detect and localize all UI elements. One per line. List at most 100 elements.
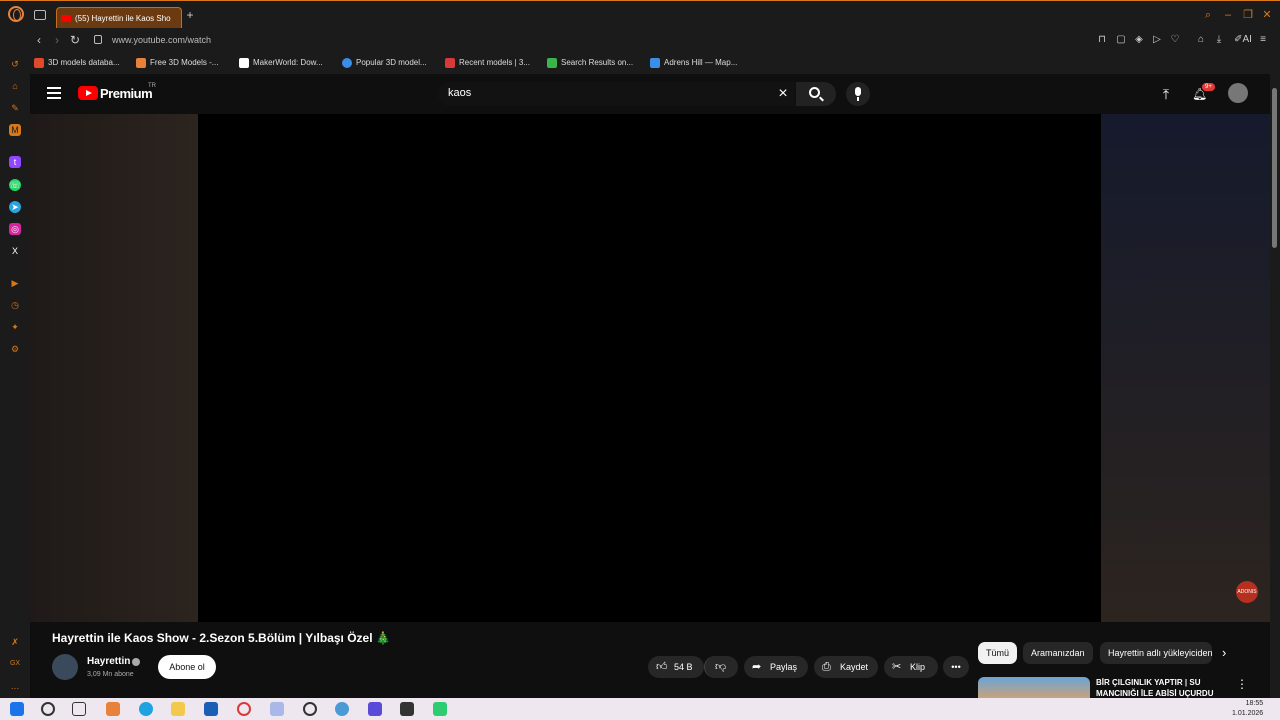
twitch-icon[interactable]: t: [9, 156, 21, 168]
subscriber-count: 3,09 Mn abone: [87, 671, 134, 678]
floating-channel-badge[interactable]: ADONIS: [1236, 581, 1258, 603]
tab-switcher-icon[interactable]: [34, 10, 46, 20]
tab-title: (55) Hayrettin ile Kaos Sho: [75, 14, 171, 23]
bookmark-item[interactable]: Recent models | 3...: [445, 56, 530, 70]
chip-all[interactable]: Tümü: [978, 642, 1018, 664]
search-tabs-icon[interactable]: ⌕: [1202, 9, 1214, 21]
bookmark-item[interactable]: Adrens Hill — Map...: [650, 56, 737, 70]
bookmark-item[interactable]: Search Results on...: [547, 56, 633, 70]
opera-menu-icon[interactable]: [8, 6, 24, 22]
taskbar-search-icon[interactable]: [41, 702, 55, 716]
close-window-button[interactable]: ✕: [1261, 9, 1273, 21]
system-clock[interactable]: 18:55 1.01.2026: [1232, 699, 1263, 719]
download-icon[interactable]: ⤓: [1213, 34, 1225, 46]
capcut-icon[interactable]: [400, 702, 414, 716]
file-explorer-icon[interactable]: [171, 702, 185, 716]
forward-button[interactable]: ›: [50, 33, 64, 47]
recommended-video-title[interactable]: BİR ÇILGINLIK YAPTIR | SU MANCINIĞI İLE …: [1096, 677, 1226, 698]
player-sidebar-icon[interactable]: ▶: [9, 277, 21, 289]
bookmark-favicon-icon: [34, 58, 44, 68]
dislike-button[interactable]: 👎︎: [704, 656, 738, 678]
share-button[interactable]: ➦ Paylaş: [744, 656, 808, 678]
search-button[interactable]: [796, 82, 836, 106]
youtube-logo-icon[interactable]: [78, 86, 98, 100]
whatsapp-icon[interactable]: ☏: [9, 179, 21, 191]
clock-time: 18:55: [1245, 700, 1264, 707]
bookmark-item[interactable]: 3D models databa...: [34, 56, 120, 70]
minimize-button[interactable]: –: [1222, 9, 1234, 21]
chevron-right-icon[interactable]: ›: [1222, 645, 1226, 660]
notes-icon[interactable]: ✎: [9, 102, 21, 114]
search-box[interactable]: kaos ×: [438, 82, 794, 106]
ambient-glow-right: [1101, 114, 1272, 622]
gx-corner-icon[interactable]: ✗: [9, 636, 21, 648]
account-avatar[interactable]: [1228, 83, 1248, 103]
back-button[interactable]: ‹: [32, 33, 46, 47]
store-icon[interactable]: [204, 702, 218, 716]
instagram-icon[interactable]: ◎: [9, 223, 21, 235]
channel-name[interactable]: Hayrettin: [87, 656, 130, 667]
browser-tab-strip: (55) Hayrettin ile Kaos Sho + ⌕ – ❐ ✕: [0, 0, 1280, 29]
url-field[interactable]: www.youtube.com/watch: [112, 35, 211, 45]
opera-taskbar-icon[interactable]: [237, 702, 251, 716]
wallet-icon[interactable]: ⌂: [1195, 34, 1207, 46]
lock-icon[interactable]: [94, 35, 102, 44]
address-bar-row: ‹ › ↻ www.youtube.com/watch ⊓ ▢ ◈ ▷ ♡ ⌂ …: [28, 28, 1280, 52]
bookmark-favicon-icon: [342, 58, 352, 68]
tab-youtube-video[interactable]: (55) Hayrettin ile Kaos Sho: [56, 7, 182, 29]
more-actions-button[interactable]: •••: [943, 656, 969, 678]
page-scrollbar[interactable]: [1270, 74, 1280, 698]
history-icon[interactable]: ↺: [9, 58, 21, 70]
clear-search-icon[interactable]: ×: [776, 86, 790, 102]
upload-icon[interactable]: ⤒: [1159, 86, 1173, 102]
video-player[interactable]: [198, 114, 1101, 622]
edge-icon[interactable]: [139, 702, 153, 716]
shield-icon[interactable]: ◈: [1133, 34, 1145, 46]
chip-from-search[interactable]: Aramanızdan: [1023, 642, 1093, 664]
new-tab-button[interactable]: +: [184, 9, 196, 21]
like-button[interactable]: 👍︎ 54 B: [648, 656, 704, 678]
channel-avatar[interactable]: [52, 654, 78, 680]
bookmark-item[interactable]: MakerWorld: Dow...: [239, 56, 323, 70]
player-icon[interactable]: ▷: [1151, 34, 1163, 46]
app-icon[interactable]: [335, 702, 349, 716]
bookmark-favicon-icon: [547, 58, 557, 68]
extensions-icon[interactable]: ✦: [9, 321, 21, 333]
voice-search-button[interactable]: [846, 82, 870, 106]
chatgpt-icon[interactable]: [303, 702, 317, 716]
bookmark-item[interactable]: Free 3D Models -...: [136, 56, 218, 70]
messenger-icon[interactable]: M: [9, 124, 21, 136]
youtube-premium-logo[interactable]: Premium: [100, 86, 153, 101]
reload-button[interactable]: ↻: [68, 33, 82, 47]
x-twitter-icon[interactable]: X: [9, 245, 21, 257]
task-view-icon[interactable]: [72, 702, 86, 716]
snapshot-icon[interactable]: ▢: [1115, 34, 1127, 46]
hamburger-menu-icon[interactable]: [47, 87, 61, 99]
search-input[interactable]: kaos: [448, 87, 471, 99]
snipping-tool-icon[interactable]: [270, 702, 284, 716]
kebab-menu-icon[interactable]: ⋮: [1236, 677, 1248, 691]
pin-icon[interactable]: ⊓: [1096, 34, 1108, 46]
subscribe-button[interactable]: Abone ol: [158, 655, 216, 679]
settings-gear-icon[interactable]: ⚙: [9, 343, 21, 355]
windows-start-icon[interactable]: [10, 702, 24, 716]
discord-icon[interactable]: [368, 702, 382, 716]
aria-ai-icon[interactable]: ✐AI: [1232, 34, 1254, 46]
clip-button[interactable]: ✂ Klip: [884, 656, 938, 678]
bookmark-item[interactable]: Popular 3D model...: [342, 56, 427, 70]
ambient-glow-left: [30, 114, 198, 622]
more-sidebar-icon[interactable]: …: [9, 680, 21, 692]
maximize-button[interactable]: ❐: [1242, 9, 1254, 21]
chip-from-uploader[interactable]: Hayrettin adlı yükleyiciden: [1100, 642, 1212, 664]
easy-setup-icon[interactable]: ≡: [1257, 34, 1269, 46]
copilot-icon[interactable]: [106, 702, 120, 716]
heart-icon[interactable]: ♡: [1169, 34, 1181, 46]
telegram-icon[interactable]: ➤: [9, 201, 21, 213]
bambu-studio-icon[interactable]: [433, 702, 447, 716]
scrollbar-thumb[interactable]: [1272, 88, 1277, 248]
shopping-icon[interactable]: ⌂: [9, 80, 21, 92]
clock-icon[interactable]: ◷: [9, 299, 21, 311]
recommended-video-thumbnail[interactable]: [978, 677, 1090, 698]
save-button[interactable]: ⎙ Kaydet: [814, 656, 878, 678]
gx-icon[interactable]: GX: [9, 658, 21, 670]
